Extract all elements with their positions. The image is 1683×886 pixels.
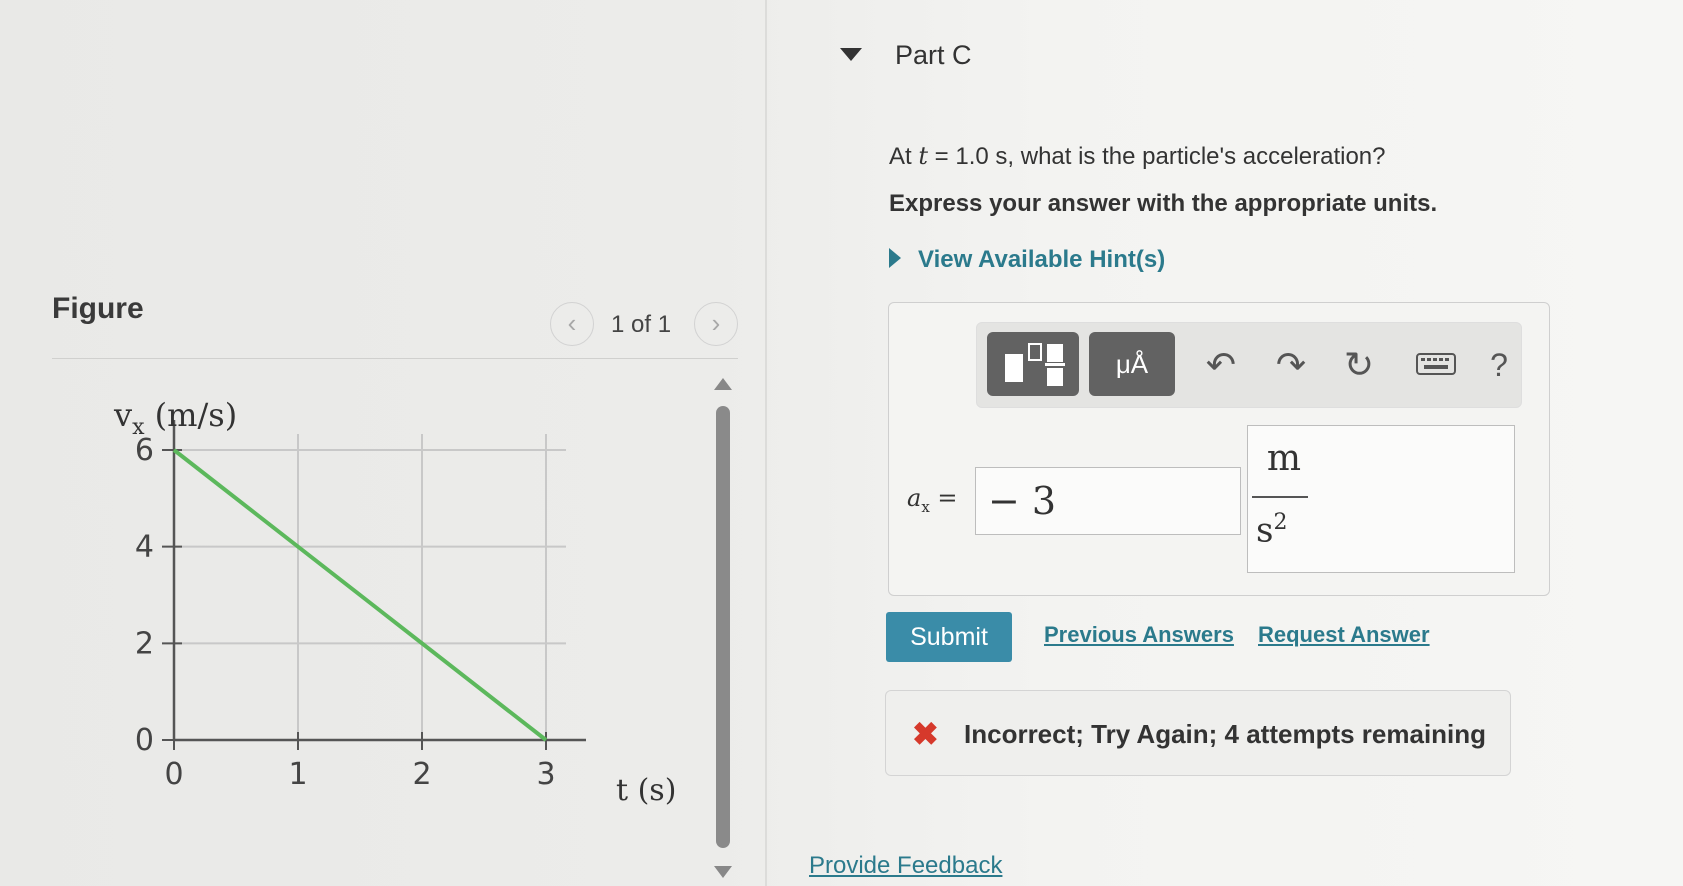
x-tick-label: 1 bbox=[288, 757, 307, 792]
feedback-message: ✖ Incorrect; Try Again; 4 attempts remai… bbox=[885, 690, 1511, 776]
x-axis-label: t (s) bbox=[616, 773, 676, 808]
reset-icon[interactable]: ↻ bbox=[1331, 337, 1387, 393]
figure-scrollbar[interactable] bbox=[716, 406, 730, 848]
y-tick-label: 0 bbox=[135, 723, 154, 758]
unit-denominator: s2 bbox=[1256, 510, 1288, 551]
provide-feedback-link[interactable]: Provide Feedback bbox=[809, 852, 1002, 880]
next-figure-button[interactable]: › bbox=[694, 302, 738, 346]
variable-label: ax = bbox=[907, 484, 958, 516]
unit-numerator: m bbox=[1266, 438, 1302, 479]
scroll-down-arrow[interactable] bbox=[714, 866, 732, 878]
undo-icon[interactable]: ↶ bbox=[1193, 337, 1249, 393]
chevron-left-icon: ‹ bbox=[567, 308, 577, 338]
collapse-part-icon[interactable] bbox=[840, 48, 862, 61]
y-tick-label: 2 bbox=[135, 626, 154, 661]
panel-divider bbox=[765, 0, 767, 886]
velocity-line bbox=[172, 448, 548, 742]
x-tick-label: 0 bbox=[164, 757, 183, 792]
answer-units-input[interactable]: m s2 bbox=[1247, 425, 1515, 573]
previous-answers-link[interactable]: Previous Answers bbox=[1044, 622, 1234, 648]
redo-icon[interactable]: ↷ bbox=[1263, 337, 1319, 393]
answer-value-input[interactable]: − 3 bbox=[975, 467, 1241, 535]
figure-title: Figure bbox=[52, 292, 144, 325]
scroll-up-arrow[interactable] bbox=[714, 378, 732, 390]
x-tick-label: 2 bbox=[412, 757, 431, 792]
feedback-text: Incorrect; Try Again; 4 attempts remaini… bbox=[964, 719, 1487, 749]
part-title: Part C bbox=[895, 40, 972, 70]
chart-series bbox=[172, 448, 548, 742]
x-tick-label: 3 bbox=[536, 757, 555, 792]
expand-hint-icon[interactable] bbox=[889, 248, 901, 268]
chevron-right-icon: › bbox=[711, 308, 721, 338]
help-button[interactable]: ? bbox=[1471, 337, 1527, 393]
chart-axes bbox=[172, 420, 586, 742]
page-indicator: 1 of 1 bbox=[611, 311, 672, 338]
figure-header-divider bbox=[52, 358, 738, 359]
incorrect-x-icon: ✖ bbox=[912, 716, 939, 752]
submit-button[interactable]: Submit bbox=[886, 612, 1012, 662]
units-button[interactable]: μÅ bbox=[1089, 332, 1175, 396]
fraction-template-icon bbox=[1005, 343, 1065, 386]
answer-instruction: Express your answer with the appropriate… bbox=[889, 190, 1438, 217]
question-text: At t = 1.0 s, what is the particle's acc… bbox=[889, 142, 1386, 170]
keyboard-icon[interactable] bbox=[1401, 337, 1471, 393]
velocity-time-chart: 0 1 2 30246 vx (m/s) t (s) bbox=[113, 396, 676, 808]
chart-grid bbox=[174, 434, 566, 740]
templates-button[interactable] bbox=[987, 332, 1079, 396]
unit-fraction-bar bbox=[1252, 496, 1308, 498]
view-hints-link[interactable]: View Available Hint(s) bbox=[918, 246, 1165, 274]
y-axis-label: vx (m/s) bbox=[113, 396, 237, 440]
previous-figure-button[interactable]: ‹ bbox=[550, 302, 594, 346]
math-toolbar: μÅ ↶ ↷ ↻ ? bbox=[976, 322, 1522, 408]
y-tick-label: 4 bbox=[135, 530, 154, 565]
request-answer-link[interactable]: Request Answer bbox=[1258, 622, 1430, 648]
chart-ticks: 0 1 2 30246 bbox=[135, 433, 556, 792]
